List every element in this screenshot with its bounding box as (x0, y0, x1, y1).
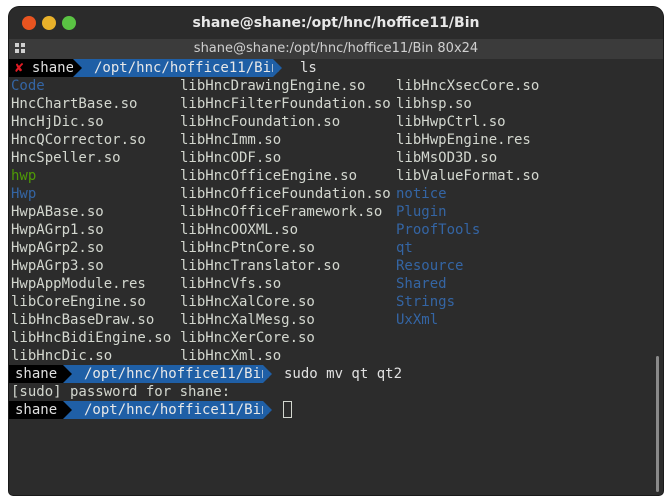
ls-entry: libHncXalCore.so (180, 294, 315, 310)
ls-entry: HwpAGrp3.so (11, 258, 104, 274)
terminal-window: shane@shane:/opt/hnc/hoffice11/Bin shane… (9, 7, 663, 495)
error-mark: ✘ (15, 60, 24, 76)
ls-entry: libHncXsecCore.so (396, 78, 540, 94)
ls-entry: Resource (396, 258, 464, 274)
ls-entry: ProofTools (396, 222, 481, 238)
prompt-line: ✘ shane /opt/hnc/hoffice11/Bin ls (9, 59, 663, 77)
ls-entry: libHwpEngine.res (396, 132, 531, 148)
ls-entry: libHncXml.so (180, 348, 282, 364)
prompt-line: shane /opt/hnc/hoffice11/Bin sudo mv qt … (9, 365, 663, 383)
prompt-user-segment: shane (9, 401, 63, 419)
prompt-path: /opt/hnc/hoffice11/Bin (72, 365, 269, 383)
sudo-password-prompt: [sudo] password for shane: (11, 384, 231, 400)
ls-entry: libHncOfficeEngine.so (180, 168, 358, 184)
prompt-end-arrow-icon (263, 365, 272, 383)
ls-entry: Code (11, 78, 45, 94)
ls-entry: libHncOfficeFoundation.so (180, 186, 391, 202)
ls-column-2: libHncDrawingEngine.so libHncFilterFounda… (180, 77, 391, 365)
ls-entry: libhsp.so (396, 96, 472, 112)
ls-entry: libHncXerCore.so (180, 330, 315, 346)
ls-entry: libCoreEngine.so (11, 294, 146, 310)
ls-entry: libHncBidiEngine.so (11, 330, 172, 346)
tab-title[interactable]: shane@shane:/opt/hnc/hoffice11/Bin 80x24 (9, 41, 663, 56)
prompt-user: shane (31, 60, 75, 76)
ls-entry: libHncFoundation.so (180, 114, 341, 130)
prompt-separator-icon (63, 365, 72, 383)
ls-entry: qt (396, 240, 413, 256)
ls-entry: Plugin (396, 204, 447, 220)
ls-entry: libHncOOXML.so (180, 222, 299, 238)
ls-entry: libHncOfficeFramework.so (180, 204, 383, 220)
ls-column-3: libHncXsecCore.so libhsp.so libHwpCtrl.so l… (396, 77, 539, 329)
prompt-line: shane /opt/hnc/hoffice11/Bin (9, 401, 663, 419)
ls-entry: libHwpCtrl.so (396, 114, 506, 130)
ls-entry: HncQCorrector.so (11, 132, 146, 148)
ls-entry: libHncPtnCore.so (180, 240, 315, 256)
ls-entry: libHncFilterFoundation.so (180, 96, 391, 112)
prompt-user-segment: shane (9, 365, 63, 383)
ls-entry: HncHjDic.so (11, 114, 104, 130)
prompt-path: /opt/hnc/hoffice11/Bin (72, 401, 269, 419)
ls-entry: notice (396, 186, 447, 202)
command-text: sudo mv qt qt2 (284, 366, 403, 382)
scrollbar[interactable] (656, 356, 659, 492)
prompt-user: shane (15, 366, 58, 382)
ls-column-1: Code HncChartBase.so HncHjDic.so HncQCorrec… (11, 77, 171, 365)
tab-bar: shane@shane:/opt/hnc/hoffice11/Bin 80x24 (9, 39, 663, 59)
ls-entry: HncChartBase.so (11, 96, 138, 112)
ls-entry: HwpAppModule.res (11, 276, 146, 292)
ls-entry: HwpAGrp2.so (11, 240, 104, 256)
prompt-separator-icon (73, 59, 82, 77)
ls-entry: HwpABase.so (11, 204, 104, 220)
ls-entry: hwp (11, 168, 37, 184)
prompt-end-arrow-icon (263, 401, 272, 419)
prompt-user: shane (15, 402, 58, 418)
window-title: shane@shane:/opt/hnc/hoffice11/Bin (192, 15, 480, 31)
title-bar[interactable]: shane@shane:/opt/hnc/hoffice11/Bin (9, 7, 663, 39)
ls-entry: UxXml (396, 312, 439, 328)
command-text: ls (300, 60, 317, 76)
prompt-user-segment: ✘ shane (9, 59, 75, 77)
terminal-output[interactable]: ✘ shane /opt/hnc/hoffice11/Bin ls Code Hn… (9, 59, 663, 495)
ls-entry: libHncTranslator.so (180, 258, 341, 274)
ls-entry: libHncImm.so (180, 132, 282, 148)
ls-entry: libMsOD3D.so (396, 150, 498, 166)
ls-entry: libHncXalMesg.so (180, 312, 315, 328)
prompt-separator-icon (63, 401, 72, 419)
ls-entry: Hwp (11, 186, 37, 202)
ls-entry: libHncDrawingEngine.so (180, 78, 366, 94)
ls-entry: libHncDic.so (11, 348, 113, 364)
ls-entry: libValueFormat.so (396, 168, 540, 184)
prompt-end-arrow-icon (273, 59, 282, 77)
ls-entry: HncSpeller.so (11, 150, 121, 166)
ls-entry: HwpAGrp1.so (11, 222, 104, 238)
ls-entry: Strings (396, 294, 456, 310)
ls-entry: libHncBaseDraw.so (11, 312, 155, 328)
text-cursor[interactable] (283, 401, 292, 418)
prompt-path: /opt/hnc/hoffice11/Bin (82, 59, 279, 77)
ls-entry: Shared (396, 276, 447, 292)
ls-entry: libHncVfs.so (180, 276, 282, 292)
ls-entry: libHncODF.so (180, 150, 282, 166)
